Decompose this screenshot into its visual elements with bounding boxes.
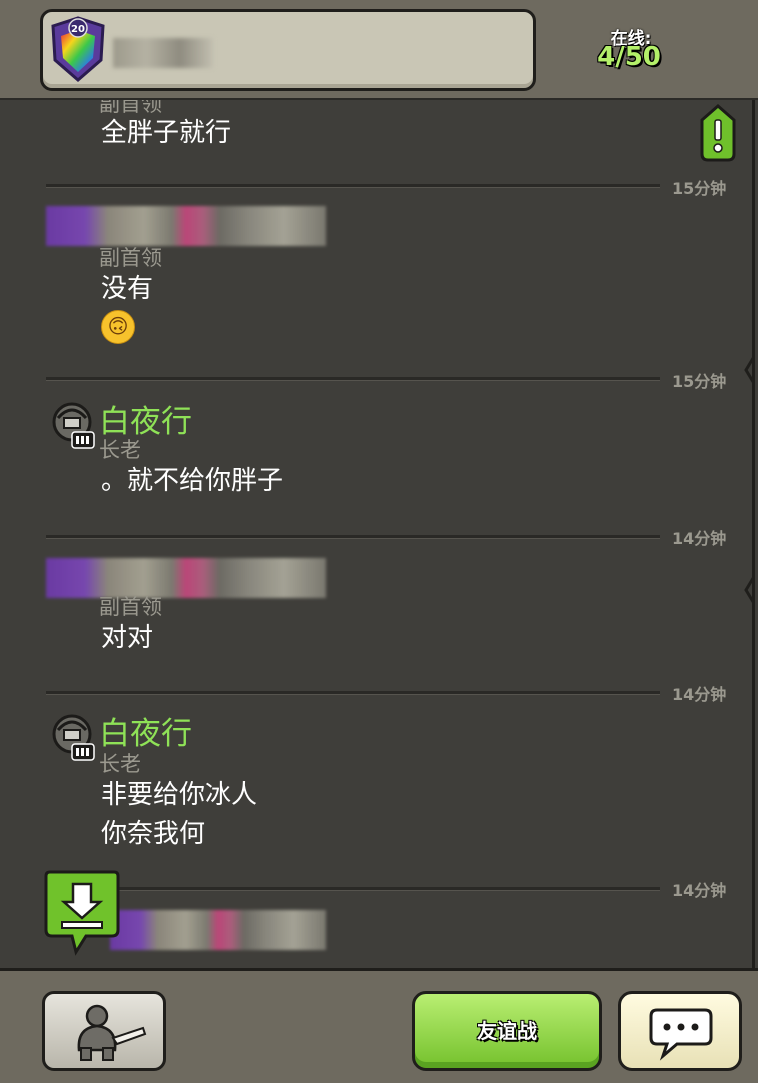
message-time: 15分钟 — [672, 179, 727, 198]
sender-name-redacted — [46, 558, 326, 598]
message-text: 对对 — [101, 623, 154, 653]
message-divider — [46, 691, 660, 695]
clan-info-bar[interactable]: 20 — [40, 9, 536, 91]
message-divider — [46, 184, 660, 188]
message-divider — [46, 887, 660, 891]
barbarian-icon — [77, 1004, 147, 1061]
message-sender-name[interactable]: 白夜行 — [99, 708, 192, 753]
message-divider — [46, 377, 660, 381]
scroll-edge-notch — [744, 577, 752, 603]
message-text: 全胖子就行 — [101, 118, 232, 148]
clan-name-redacted — [113, 38, 213, 68]
sender-name-redacted — [110, 910, 326, 950]
message-time: 14分钟 — [672, 529, 727, 548]
clan-badge-icon: 20 — [51, 16, 105, 82]
friendly-battle-button[interactable]: 友谊战 — [412, 991, 602, 1071]
clan-level: 20 — [71, 24, 85, 35]
send-message-button[interactable] — [618, 991, 742, 1071]
upside-down-face-emoji: 🙃 — [101, 310, 135, 344]
message-time: 14分钟 — [672, 685, 727, 704]
message-text: 没有 — [101, 274, 154, 304]
online-count: 4/50 — [597, 42, 661, 72]
message-rank: 长老 — [99, 438, 141, 462]
scroll-edge-notch — [744, 357, 752, 383]
army-button[interactable] — [42, 991, 166, 1071]
elder-helmet-icon — [52, 714, 95, 761]
message-time: 14分钟 — [672, 881, 727, 900]
speech-bubble-icon — [649, 1008, 713, 1061]
elder-helmet-icon — [52, 402, 95, 449]
chat-header: 20 在线: 4/50 — [0, 0, 758, 100]
download-icon[interactable] — [42, 870, 122, 956]
sender-name-redacted — [46, 206, 326, 246]
message-rank: 长老 — [99, 752, 141, 776]
exclamation-icon[interactable] — [698, 104, 738, 162]
message-divider — [46, 535, 660, 539]
message-text: 非要给你冰人 你奈我何 — [101, 780, 258, 849]
message-text: 。就不给你胖子 — [101, 466, 284, 496]
message-rank: 副首领 — [99, 595, 162, 619]
chat-list[interactable]: 副首领 全胖子就行 15分钟 副首领 没有 🙃 15分钟 白夜行 长老 。就不给… — [0, 100, 755, 968]
message-rank: 副首领 — [99, 246, 162, 270]
chat-footer: 友谊战 — [0, 968, 758, 1083]
message-time: 15分钟 — [672, 372, 727, 391]
